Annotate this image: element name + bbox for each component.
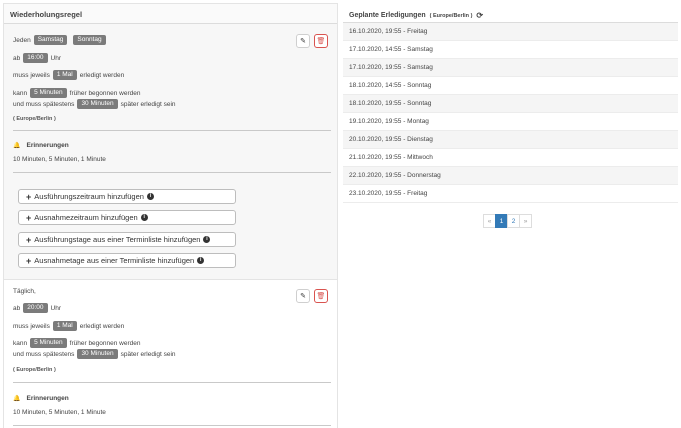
edit-rule-2-button[interactable]: ✎	[296, 289, 310, 303]
rule-2-late-line: und muss spätestens 30 Minuten später er…	[13, 349, 176, 359]
count-badge: 1 Mal	[52, 70, 77, 80]
rule-1-count-line: muss jeweils 1 Mal erledigt werden	[13, 70, 125, 80]
rule-2-time-line: ab 20:00 Uhr	[13, 303, 61, 313]
info-icon: i	[146, 193, 154, 200]
scheduled-panel: Geplante Erledigungen ( Europe/Berlin ) …	[343, 3, 678, 428]
refresh-icon[interactable]: ⟳	[476, 11, 483, 20]
bell-icon: 🔔	[13, 143, 21, 149]
early-badge: 5 Minuten	[30, 338, 67, 348]
day-badge: Samstag	[33, 35, 68, 45]
time-badge: 20:00	[23, 303, 48, 313]
divider	[13, 172, 331, 173]
list-item: 16.10.2020, 19:55 - Freitag	[343, 23, 678, 41]
info-icon: i	[140, 214, 148, 221]
list-item: 19.10.2020, 19:55 - Montag	[343, 113, 678, 131]
delete-rule-2-button[interactable]: 🗑	[314, 289, 328, 303]
info-icon: i	[197, 257, 205, 264]
plus-icon: +	[26, 234, 32, 245]
add-execution-period-button[interactable]: + Ausführungszeitraum hinzufügen i	[18, 189, 236, 204]
rule-2-early-line: kann 5 Minuten früher begonnen werden	[13, 338, 141, 348]
rule-1-reminders-title: 🔔 Erinnerungen	[13, 142, 69, 149]
pagination: « 1 2 »	[483, 214, 532, 228]
divider	[13, 382, 331, 383]
rule-2-count-line: muss jeweils 1 Mal erledigt werden	[13, 321, 125, 331]
scheduled-list: 16.10.2020, 19:55 - Freitag 17.10.2020, …	[343, 23, 678, 203]
rule-1-timezone: ( Europe/Berlin )	[13, 116, 56, 122]
early-badge: 5 Minuten	[30, 88, 67, 98]
plus-icon: +	[26, 212, 32, 223]
bell-icon: 🔔	[13, 396, 21, 402]
trash-icon: 🗑	[316, 293, 326, 300]
recurrence-panel-title: Wiederholungsregel	[4, 4, 337, 24]
page: Wiederholungsregel ✎ 🗑 Jeden Samstag Son…	[0, 0, 681, 428]
list-item: 17.10.2020, 14:55 - Samstag	[343, 41, 678, 59]
edit-rule-1-button[interactable]: ✎	[296, 34, 310, 48]
pencil-icon: ✎	[300, 293, 306, 300]
pencil-icon: ✎	[300, 38, 306, 45]
list-item: 18.10.2020, 14:55 - Sonntag	[343, 77, 678, 95]
rule-2-reminders-title: 🔔 Erinnerungen	[13, 395, 69, 402]
rule-2-timezone: ( Europe/Berlin )	[13, 367, 56, 373]
late-badge: 30 Minuten	[77, 99, 118, 109]
time-badge: 16:00	[23, 53, 48, 63]
plus-icon: +	[26, 191, 32, 202]
scheduled-panel-title: Geplante Erledigungen ( Europe/Berlin ) …	[343, 3, 678, 23]
list-item: 22.10.2020, 19:55 - Donnerstag	[343, 167, 678, 185]
list-item: 20.10.2020, 19:55 - Dienstag	[343, 131, 678, 149]
rule-1-days-line: Jeden Samstag Sonntag	[13, 35, 106, 45]
recurrence-panel: Wiederholungsregel ✎ 🗑 Jeden Samstag Son…	[3, 3, 338, 428]
list-item: 17.10.2020, 19:55 - Samstag	[343, 59, 678, 77]
rule-1-early-line: kann 5 Minuten früher begonnen werden	[13, 88, 141, 98]
list-item: 21.10.2020, 19:55 - Mittwoch	[343, 149, 678, 167]
rule-1-late-line: und muss spätestens 30 Minuten später er…	[13, 99, 176, 109]
pagination-next[interactable]: »	[519, 214, 532, 228]
rule-1-time-line: ab 16:00 Uhr	[13, 53, 61, 63]
delete-rule-1-button[interactable]: 🗑	[314, 34, 328, 48]
count-badge: 1 Mal	[52, 321, 77, 331]
rule-2-reminders: 10 Minuten, 5 Minuten, 1 Minute	[13, 409, 106, 416]
rule-2-days-line: Täglich,	[13, 288, 36, 295]
list-item: 23.10.2020, 19:55 - Freitag	[343, 185, 678, 203]
divider	[13, 425, 331, 426]
late-badge: 30 Minuten	[77, 349, 118, 359]
trash-icon: 🗑	[316, 38, 326, 45]
divider	[13, 130, 331, 131]
add-exception-period-button[interactable]: + Ausnahmezeitraum hinzufügen i	[18, 210, 236, 225]
add-exception-days-from-list-button[interactable]: + Ausnahmetage aus einer Terminliste hin…	[18, 253, 236, 268]
info-icon: i	[203, 236, 211, 243]
day-badge: Sonntag	[73, 35, 106, 45]
scheduled-timezone: ( Europe/Berlin )	[429, 12, 473, 19]
rule-1-reminders: 10 Minuten, 5 Minuten, 1 Minute	[13, 156, 106, 163]
add-execution-days-from-list-button[interactable]: + Ausführungstage aus einer Terminliste …	[18, 232, 236, 247]
plus-icon: +	[26, 255, 32, 266]
list-item: 18.10.2020, 19:55 - Sonntag	[343, 95, 678, 113]
